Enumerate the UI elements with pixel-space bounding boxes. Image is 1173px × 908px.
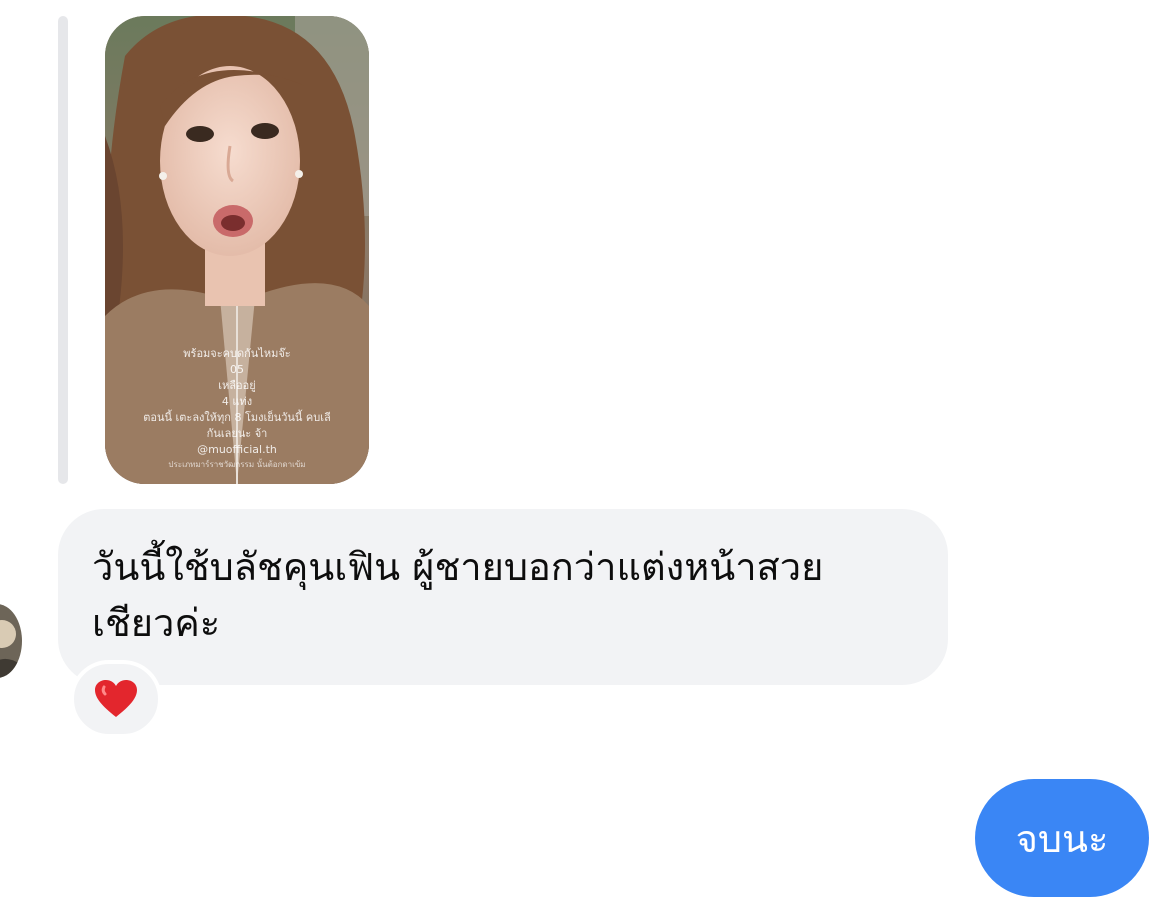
story-caption-line: 4 แท่ง [221, 395, 253, 408]
story-caption: พร้อมจะคบดกันไหมจ๊ะ 05 เหลืออยู่ 4 แท่ง … [105, 346, 369, 472]
incoming-message-line: วันนี้ใช้บลัชคุนเฟิน ผู้ชายบอกว่าแต่งหน้… [92, 545, 824, 589]
heart-icon [95, 680, 137, 717]
story-caption-line: 05 [230, 363, 244, 376]
incoming-message-bubble[interactable]: วันนี้ใช้บลัชคุนเฟิน ผู้ชายบอกว่าแต่งหน้… [58, 509, 948, 685]
story-fine-print: ประเภทมาร์ราชวัฒกรรม นั้นต้อกดาเข้ม [168, 460, 306, 469]
story-handle: @muofficial.th [197, 443, 277, 456]
story-caption-line: เหลืออยู่ [218, 379, 256, 392]
outgoing-message-bubble[interactable]: จบนะ [975, 779, 1149, 897]
avatar-image [0, 604, 22, 678]
sender-avatar[interactable] [0, 604, 22, 678]
chat-thread: พร้อมจะคบดกันไหมจ๊ะ 05 เหลืออยู่ 4 แท่ง … [0, 0, 1173, 908]
incoming-message-line: เชียวค่ะ [92, 601, 221, 645]
story-reply-bar [58, 16, 68, 484]
reaction-badge[interactable] [70, 660, 162, 738]
story-reply-thumbnail[interactable]: พร้อมจะคบดกันไหมจ๊ะ 05 เหลืออยู่ 4 แท่ง … [105, 16, 369, 484]
story-caption-line: ตอนนี้ เตะลงให้ทุก 8 โมงเย็นวันนี้ คบเลี [143, 411, 331, 424]
story-caption-line: พร้อมจะคบดกันไหมจ๊ะ [183, 347, 291, 360]
outgoing-message-text: จบนะ [1015, 816, 1109, 861]
story-caption-line: กันเลยนะ จ้า [206, 427, 268, 440]
